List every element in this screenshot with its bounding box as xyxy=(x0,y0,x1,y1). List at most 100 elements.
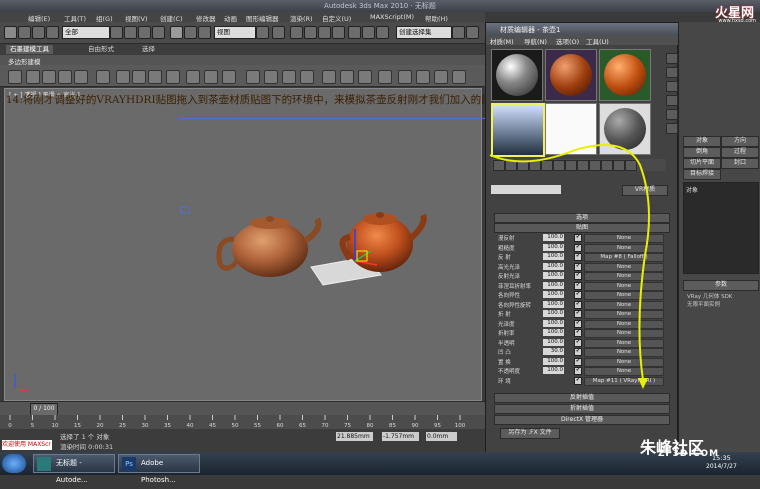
grow-icon[interactable] xyxy=(116,70,130,84)
percent-snap-icon[interactable] xyxy=(318,26,331,39)
cp-button-cap[interactable]: 封口 xyxy=(721,158,759,169)
curve-editor-icon[interactable] xyxy=(452,26,465,39)
tab-freeform[interactable]: 自由形式 xyxy=(84,45,118,54)
schematic-view-icon[interactable] xyxy=(466,26,479,39)
hide-icon[interactable] xyxy=(434,70,448,84)
me-menu-navigation[interactable]: 导航(N) xyxy=(524,36,547,46)
target-weld-icon[interactable] xyxy=(300,70,314,84)
shrink-icon[interactable] xyxy=(132,70,146,84)
rotate-icon[interactable] xyxy=(184,26,197,39)
taskbar-app-photoshop[interactable]: Ps Adobe Photosh... xyxy=(118,454,200,484)
align-icon[interactable] xyxy=(376,26,389,39)
snaps-toggle-icon[interactable] xyxy=(290,26,303,39)
vertex-icon[interactable] xyxy=(26,70,40,84)
scale-icon[interactable] xyxy=(198,26,211,39)
extrude-icon[interactable] xyxy=(186,70,200,84)
window-crossing-icon[interactable] xyxy=(152,26,165,39)
rollout-directx-manager[interactable]: DirectX 管理器 xyxy=(494,415,670,425)
modifier-stack-item[interactable]: 对象 xyxy=(686,185,698,194)
unlink-icon[interactable] xyxy=(46,26,59,39)
clock-date: 2014/7/27 xyxy=(706,463,737,470)
element-icon[interactable] xyxy=(96,70,110,84)
me-menu-options[interactable]: 选项(O) xyxy=(556,36,579,46)
pivot-center-icon[interactable] xyxy=(256,26,269,39)
rollout-refract-interp[interactable]: 折射插值 xyxy=(494,404,670,414)
quickslice-icon[interactable] xyxy=(358,70,372,84)
move-icon[interactable] xyxy=(170,26,183,39)
menu-maxscript[interactable]: MAXScript(M) xyxy=(370,13,414,21)
material-editor-menu: 材质(M) 导航(N) 选项(O) 工具(U) xyxy=(486,35,679,46)
photoshop-icon: Ps xyxy=(122,457,136,471)
inset-icon[interactable] xyxy=(222,70,236,84)
me-menu-utilities[interactable]: 工具(U) xyxy=(586,36,609,46)
slice-icon[interactable] xyxy=(340,70,354,84)
cp-param-line-1: VRay 几何体 SDK xyxy=(687,294,733,300)
unhide-icon[interactable] xyxy=(452,70,466,84)
material-slot-2[interactable] xyxy=(545,49,597,101)
rect-selection-icon[interactable] xyxy=(138,26,151,39)
cp-button-bevel[interactable]: 倒角 xyxy=(683,147,721,158)
chamfer-icon[interactable] xyxy=(246,70,260,84)
loop-icon[interactable] xyxy=(166,70,180,84)
taskbar-app-3dsmax-label: 无标题 - Autode... xyxy=(56,459,88,484)
named-selection-set-select[interactable]: 创建选择集 xyxy=(396,26,452,39)
x-coord-field[interactable]: 21.885mm xyxy=(336,432,373,441)
bevel-icon[interactable] xyxy=(204,70,218,84)
redo-icon[interactable] xyxy=(18,26,31,39)
spinner-snap-icon[interactable] xyxy=(332,26,345,39)
sample-type-icon[interactable] xyxy=(666,53,678,64)
ring-icon[interactable] xyxy=(148,70,162,84)
select-object-icon[interactable] xyxy=(110,26,123,39)
cut-icon[interactable] xyxy=(322,70,336,84)
weld-icon[interactable] xyxy=(282,70,296,84)
polygon-modeling-icon[interactable] xyxy=(8,70,22,84)
edit-named-selection-icon[interactable] xyxy=(348,26,361,39)
link-icon[interactable] xyxy=(32,26,45,39)
cp-button-slice-plane[interactable]: 切片平面 xyxy=(683,158,721,169)
watermark-zf3d-url: ZF3D.COM xyxy=(658,449,720,459)
z-coord-field[interactable]: 0.0mm xyxy=(426,432,457,441)
material-slot-1[interactable] xyxy=(491,49,543,101)
cp-button-target-weld[interactable]: 目标焊接 xyxy=(683,169,721,180)
annotation-arrow xyxy=(489,144,650,389)
select-manipulate-icon[interactable] xyxy=(272,26,285,39)
ref-coord-select[interactable]: 视图 xyxy=(214,26,256,39)
ribbon-icon-row xyxy=(0,65,485,87)
mirror-icon[interactable] xyxy=(362,26,375,39)
track-bar[interactable]: 0 5 10 15 20 25 30 35 40 45 50 55 60 65 70 75 80 85 90 95 10… xyxy=(0,415,485,429)
angle-snap-icon[interactable] xyxy=(304,26,317,39)
watermark-hxsd-url: www.hxsd.com xyxy=(718,18,756,24)
cp-button-process[interactable]: 过程 xyxy=(721,147,759,158)
maxscript-listener[interactable]: 欢迎使用 MAXScr xyxy=(2,440,52,450)
make-planar-icon[interactable] xyxy=(416,70,430,84)
border-icon[interactable] xyxy=(58,70,72,84)
tab-graphite-modeling[interactable]: 石墨建模工具 xyxy=(6,45,53,54)
material-editor-title-bar: 材质编辑器 - 茶壶1 xyxy=(486,23,679,35)
camera-icon[interactable] xyxy=(180,206,190,214)
cp-params-title[interactable]: 参数 xyxy=(683,280,759,291)
tab-selection[interactable]: 选择 xyxy=(138,45,159,54)
cp-button-object[interactable]: 对象 xyxy=(683,136,721,147)
relax-icon[interactable] xyxy=(398,70,412,84)
select-by-name-icon[interactable] xyxy=(124,26,137,39)
cp-button-direction[interactable]: 方向 xyxy=(721,136,759,147)
swift-loop-icon[interactable] xyxy=(378,70,392,84)
connect-icon[interactable] xyxy=(264,70,278,84)
y-coord-field[interactable]: -1.757mm xyxy=(382,432,419,441)
taskbar-app-3dsmax[interactable]: 无标题 - Autode... xyxy=(33,454,115,484)
tutorial-instruction-text: 14:将刚才调整好的VRAYHDRI贴图拖入到茶壶材质贴图下的环境中，来模拟茶壶… xyxy=(6,94,503,106)
me-menu-material[interactable]: 材质(M) xyxy=(490,36,514,46)
background-icon[interactable] xyxy=(666,81,678,92)
polygon-icon[interactable] xyxy=(74,70,88,84)
selection-filter-select[interactable]: 全部 xyxy=(62,26,110,39)
material-slot-3[interactable] xyxy=(599,49,651,101)
backlight-icon[interactable] xyxy=(666,67,678,78)
time-slider[interactable]: 0 / 100 xyxy=(0,401,485,416)
teapot-left[interactable] xyxy=(216,216,322,277)
undo-icon[interactable] xyxy=(4,26,17,39)
start-button[interactable] xyxy=(2,454,26,473)
edge-icon[interactable] xyxy=(42,70,56,84)
perspective-viewport[interactable]: [ + ] 透视 ] 平滑 + 高光 ] xyxy=(4,88,482,401)
save-as-fx-button[interactable]: 另存为 .FX 文件 xyxy=(500,428,560,439)
modifier-stack[interactable]: 对象 xyxy=(683,182,759,274)
